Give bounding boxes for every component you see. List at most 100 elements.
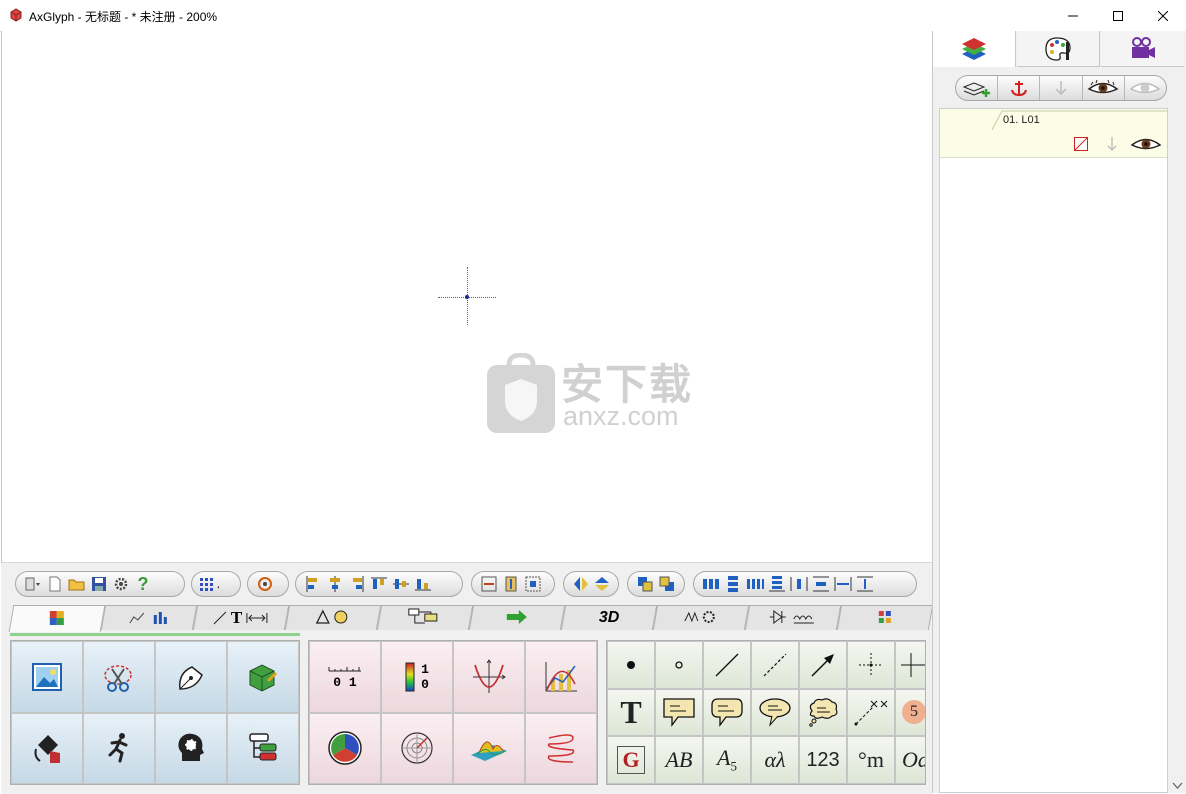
minimize-button[interactable]	[1050, 0, 1095, 31]
add-layer-button[interactable]	[956, 76, 999, 100]
spiral-button[interactable]	[525, 712, 597, 784]
text-button[interactable]: T	[607, 688, 655, 737]
callout-oval-button[interactable]	[751, 688, 799, 737]
tab-arrows[interactable]	[468, 605, 566, 630]
clip-button[interactable]	[83, 641, 155, 713]
crosshair-icon	[859, 652, 883, 677]
space-h-icon[interactable]	[745, 574, 765, 594]
hide-layer-button[interactable]	[1125, 76, 1166, 100]
close-button[interactable]	[1140, 0, 1185, 31]
help-icon[interactable]: ?	[133, 574, 153, 594]
operator-button[interactable]: Oa	[895, 736, 925, 784]
tab-layers[interactable]	[933, 31, 1016, 67]
structure-button[interactable]	[227, 712, 299, 784]
idea-button[interactable]	[155, 712, 227, 784]
tab-style[interactable]	[1017, 31, 1100, 67]
scroll-down-arrow-icon[interactable]	[1169, 779, 1186, 793]
layer-scrollbar[interactable]	[1169, 108, 1186, 793]
arrow-button[interactable]	[799, 641, 847, 689]
tab-chart[interactable]	[100, 605, 198, 630]
glyph-button[interactable]: G	[607, 736, 655, 784]
move-layer-button[interactable]	[998, 76, 1041, 100]
settings-icon[interactable]	[111, 574, 131, 594]
move-down-button[interactable]	[1040, 76, 1083, 100]
callout-rect-icon	[663, 698, 695, 728]
layer-visibility-icon[interactable]	[1130, 136, 1162, 152]
equal-v-icon[interactable]	[855, 574, 875, 594]
bring-front-icon[interactable]	[635, 574, 655, 594]
menu-dropdown-icon[interactable]	[23, 574, 43, 594]
greek-button[interactable]: αλ	[751, 736, 799, 784]
rotate-icon[interactable]	[255, 574, 275, 594]
callout-rect-button[interactable]	[655, 688, 703, 737]
gap-h-icon[interactable]	[789, 574, 809, 594]
number-button[interactable]: 123	[799, 736, 847, 784]
same-width-icon[interactable]	[479, 574, 499, 594]
drawing-canvas[interactable]: 安下载 anxz.com	[1, 31, 933, 562]
distribute-v-icon[interactable]	[723, 574, 743, 594]
align-bottom-icon[interactable]	[413, 574, 433, 594]
3d-box-icon	[249, 664, 278, 692]
equal-h-icon[interactable]	[833, 574, 853, 594]
unit-button[interactable]: °m	[847, 736, 895, 784]
3d-box-button[interactable]	[227, 641, 299, 713]
align-right-icon[interactable]	[347, 574, 367, 594]
tab-shapes[interactable]	[284, 605, 382, 630]
number-badge: 5	[902, 700, 925, 725]
flip-horizontal-icon[interactable]	[571, 574, 590, 594]
layer-color-swatch-icon[interactable]	[1074, 137, 1088, 151]
callout-cloud-button[interactable]	[799, 688, 847, 737]
tab-flow[interactable]	[376, 605, 474, 630]
same-height-icon[interactable]	[501, 574, 521, 594]
physics-tab-icon	[683, 609, 719, 628]
callout-oval-icon	[759, 698, 791, 728]
new-file-icon[interactable]	[45, 574, 65, 594]
italic-text-button[interactable]: AB	[655, 736, 703, 784]
surface-button[interactable]	[453, 712, 525, 784]
layer-row[interactable]: 01. L01	[940, 109, 1167, 158]
dashed-line-button[interactable]	[751, 641, 799, 689]
colorbar-button[interactable]: 1 0	[381, 641, 453, 713]
save-icon[interactable]	[89, 574, 109, 594]
align-center-h-icon[interactable]	[325, 574, 345, 594]
align-top-icon[interactable]	[369, 574, 389, 594]
tab-more[interactable]	[836, 605, 934, 630]
picture-button[interactable]	[11, 641, 83, 713]
align-left-icon[interactable]	[303, 574, 323, 594]
same-size-icon[interactable]	[523, 574, 543, 594]
line-button[interactable]	[703, 641, 751, 689]
badge-button[interactable]: 5	[895, 688, 925, 737]
callout-round-button[interactable]	[703, 688, 751, 737]
pie-chart-button[interactable]	[309, 712, 381, 784]
tab-gallery[interactable]	[8, 605, 106, 632]
distribute-h-icon[interactable]	[701, 574, 721, 594]
layer-lock-icon[interactable]	[1104, 136, 1120, 152]
space-v-icon[interactable]	[767, 574, 787, 594]
grid-icon[interactable]	[199, 574, 219, 594]
tab-3d[interactable]: 3D	[560, 605, 658, 630]
tab-animation[interactable]	[1101, 31, 1184, 67]
dot-button[interactable]	[607, 641, 655, 689]
maximize-button[interactable]	[1095, 0, 1140, 31]
cross-button[interactable]	[895, 641, 925, 689]
crosshair-button[interactable]	[847, 641, 895, 689]
subscript-button[interactable]: A5	[703, 736, 751, 784]
line-chart-button[interactable]	[525, 641, 597, 713]
tab-circuit[interactable]	[744, 605, 842, 630]
pen-button[interactable]	[155, 641, 227, 713]
flip-vertical-icon[interactable]	[592, 574, 611, 594]
gap-v-icon[interactable]	[811, 574, 831, 594]
animation-button[interactable]	[83, 712, 155, 784]
polar-chart-button[interactable]	[381, 712, 453, 784]
axes-button[interactable]	[453, 641, 525, 713]
send-back-icon[interactable]	[657, 574, 677, 594]
open-folder-icon[interactable]	[67, 574, 87, 594]
align-middle-icon[interactable]	[391, 574, 411, 594]
fill-button[interactable]	[11, 712, 83, 784]
tab-line-text[interactable]: T	[192, 605, 290, 630]
measure-button[interactable]	[847, 688, 895, 737]
circle-dot-button[interactable]	[655, 641, 703, 689]
ruler-button[interactable]: 0 1	[309, 641, 381, 713]
show-layer-button[interactable]	[1083, 76, 1125, 100]
tab-physics[interactable]	[652, 605, 750, 630]
